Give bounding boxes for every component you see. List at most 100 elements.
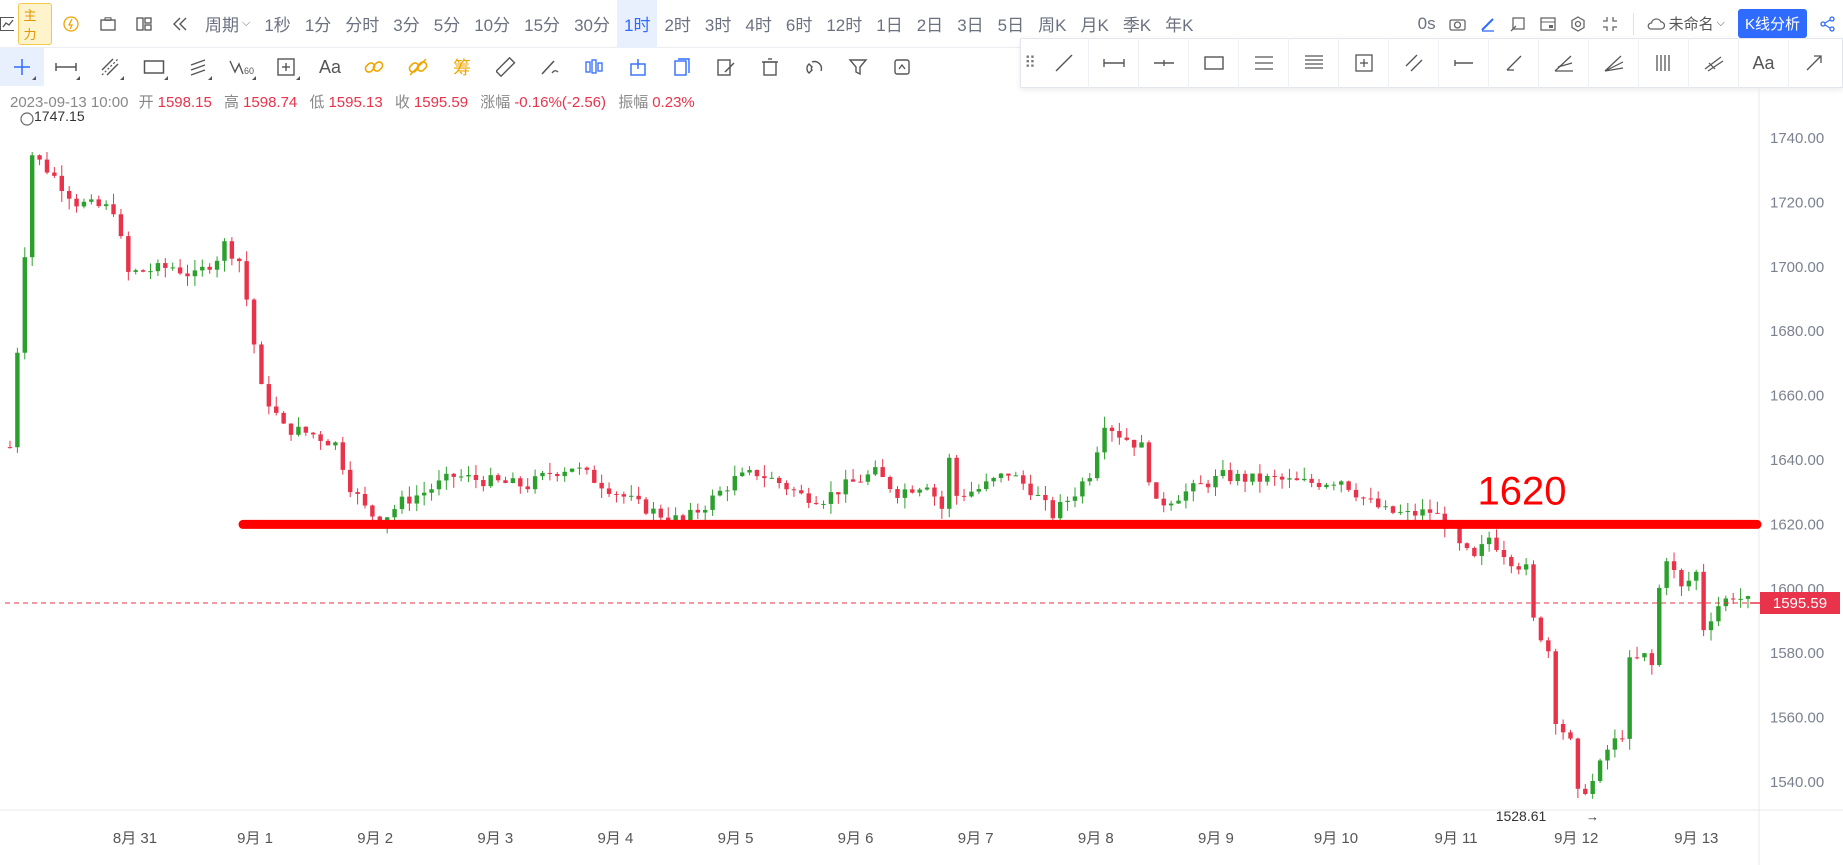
zoom-box-draw-tool[interactable] — [1339, 38, 1389, 88]
candle-body — [1738, 598, 1743, 600]
candle-body — [747, 470, 752, 473]
interval-tab[interactable]: 30分 — [567, 0, 617, 48]
parallel-lines-tool[interactable] — [88, 48, 132, 86]
period-dropdown[interactable]: 周期 ⌵ — [198, 0, 257, 48]
pen-tool[interactable] — [528, 48, 572, 86]
candle-body — [1117, 431, 1122, 438]
interval-tab[interactable]: 10分 — [467, 0, 517, 48]
briefcase-button[interactable] — [90, 0, 126, 48]
candle-body — [984, 481, 989, 490]
wave-tool[interactable]: 60 — [220, 48, 264, 86]
candle-body — [806, 493, 811, 503]
rectangle-tool[interactable] — [132, 48, 176, 86]
interval-tab[interactable]: 3分 — [386, 0, 426, 48]
interval-tab[interactable]: 2日 — [910, 0, 950, 48]
kline-analysis-button[interactable]: K线分析 — [1737, 9, 1807, 38]
candle-body — [1486, 537, 1492, 545]
angle-tool[interactable] — [1539, 38, 1589, 88]
trend-line-icon — [1055, 54, 1072, 72]
trash-tool[interactable] — [748, 48, 792, 86]
range-line-tool[interactable] — [1089, 38, 1139, 88]
interval-tab[interactable]: 1时 — [616, 0, 658, 48]
edit-tool[interactable] — [704, 48, 748, 86]
horizontal-ray-tool[interactable] — [1139, 38, 1189, 88]
unlink-tool[interactable] — [396, 48, 440, 86]
interval-tab[interactable]: 6时 — [779, 0, 819, 48]
date-tick-label: 9月 1 — [237, 830, 273, 847]
candle-body — [103, 204, 109, 207]
lock-tool[interactable] — [616, 48, 660, 86]
fib-retracement-tool[interactable] — [1289, 38, 1339, 88]
gear-icon — [1570, 15, 1585, 32]
alert-clock-icon[interactable] — [20, 112, 34, 126]
drag-handle-icon[interactable]: ⠿ — [1021, 38, 1039, 88]
lock-icon — [630, 59, 646, 76]
candlestick-chart[interactable]: 1540.001560.001580.001600.001620.001640.… — [0, 88, 1843, 865]
horizontal-measure-tool[interactable] — [44, 48, 88, 86]
interval-tab[interactable]: 15分 — [517, 0, 567, 48]
interval-tab[interactable]: 12时 — [819, 0, 869, 48]
crosshair-tool[interactable] — [0, 48, 44, 86]
candle-body — [1161, 498, 1166, 506]
arrow-tool[interactable] — [1789, 38, 1839, 88]
angle-icon — [1554, 55, 1573, 72]
interval-tab[interactable]: 3时 — [698, 0, 738, 48]
fan-tool[interactable] — [1589, 38, 1639, 88]
interval-tab[interactable]: 2时 — [657, 0, 697, 48]
bookmark-icon — [674, 58, 690, 76]
rectangle-draw-tool[interactable] — [1189, 38, 1239, 88]
text-tool[interactable]: Aa — [308, 48, 352, 86]
interval-tab[interactable]: 分时 — [338, 0, 386, 48]
chips-tool[interactable]: 筹 — [440, 48, 484, 86]
ray-tool[interactable] — [1489, 38, 1539, 88]
link-tool[interactable] — [352, 48, 396, 86]
horizontal-segment-icon — [1453, 60, 1473, 66]
horizontal-segment-tool[interactable] — [1439, 38, 1489, 88]
interval-tab[interactable]: 1日 — [869, 0, 909, 48]
interval-tab[interactable]: 1分 — [298, 0, 338, 48]
trend-line-tool[interactable] — [1039, 38, 1089, 88]
candle-body — [473, 475, 479, 481]
interval-tab[interactable]: 3日 — [950, 0, 990, 48]
main-indicator-toggle[interactable]: 主力 — [0, 0, 52, 48]
parallel-channel-tool[interactable] — [1239, 38, 1289, 88]
candle-body — [266, 384, 272, 407]
chevron-down-icon: ⌵ — [1716, 17, 1725, 29]
pitchfork-tool[interactable] — [1689, 38, 1739, 88]
zoom-box-tool[interactable] — [264, 48, 308, 86]
candle-body — [895, 489, 900, 498]
candle-body — [1213, 475, 1218, 488]
horizontal-ray-icon — [1153, 60, 1174, 66]
bookmark-tool[interactable] — [660, 48, 704, 86]
candle-body — [1094, 452, 1100, 479]
text-draw-tool[interactable]: Aa — [1739, 38, 1789, 88]
vertical-lines-tool[interactable] — [1639, 38, 1689, 88]
candle-body — [1309, 478, 1314, 483]
candle-body — [1420, 509, 1425, 516]
candles-tool[interactable] — [572, 48, 616, 86]
candle-body — [15, 352, 20, 448]
candle-body — [1331, 484, 1337, 486]
candle-body — [636, 495, 641, 500]
candle-body — [1250, 473, 1255, 482]
flash-button[interactable] — [52, 0, 90, 48]
candle-body — [732, 476, 737, 491]
candle-body — [237, 258, 242, 262]
parallel-lines-draw-tool[interactable] — [1389, 38, 1439, 88]
interval-tab[interactable]: 1秒 — [257, 0, 297, 48]
interval-tab[interactable]: 5分 — [427, 0, 467, 48]
magnet-tool[interactable] — [792, 48, 836, 86]
date-tick-label: 9月 8 — [1078, 830, 1114, 847]
candle-body — [148, 271, 153, 273]
replay-button[interactable] — [162, 0, 198, 48]
sync-tool[interactable] — [880, 48, 924, 86]
candle-body — [680, 515, 686, 521]
ruler-tool[interactable] — [484, 48, 528, 86]
candle-body — [510, 478, 516, 483]
filter-tool[interactable] — [836, 48, 880, 86]
interval-tab[interactable]: 4时 — [738, 0, 778, 48]
candle-body — [739, 472, 745, 477]
fib-tool[interactable] — [176, 48, 220, 86]
date-tick-label: 9月 10 — [1314, 830, 1358, 847]
layout-button[interactable] — [126, 0, 162, 48]
